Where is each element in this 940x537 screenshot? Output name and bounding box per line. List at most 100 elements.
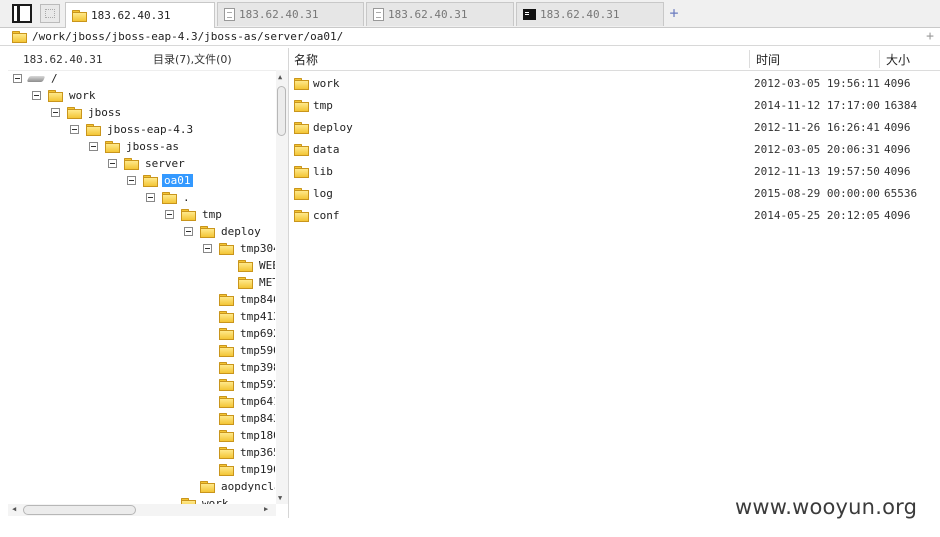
tree-node[interactable]: MET [238,274,275,291]
column-divider[interactable] [749,50,750,68]
scroll-thumb[interactable] [23,505,136,515]
tree-node[interactable]: aopdyncla [200,478,275,495]
tab-0[interactable]: 183.62.40.31 [65,2,215,28]
tree-node-label[interactable]: / [49,72,60,85]
column-time[interactable]: 时间 [756,51,780,68]
file-name[interactable]: tmp [313,99,333,112]
tree-node-label[interactable]: tmp365 [238,446,275,459]
path-bar[interactable]: /work/jboss/jboss-eap-4.3/jboss-as/serve… [0,28,940,46]
scroll-down-icon[interactable]: ▼ [278,494,282,502]
file-name[interactable]: log [313,187,333,200]
tree-node-label[interactable]: WEE [257,259,275,272]
panel-toggle-icon[interactable] [12,4,32,23]
tab-3[interactable]: 183.62.40.31 [516,2,664,26]
tree-node[interactable]: tmp590 [219,342,275,359]
collapse-toggle-icon[interactable] [13,74,22,83]
tree-node[interactable]: deploy [200,223,263,240]
tree-node-label[interactable]: server [143,157,187,170]
tree-node-label[interactable]: jboss [86,106,123,119]
file-row[interactable]: deploy 2012-11-26 16:26:41 4096 [290,117,940,139]
tab-1[interactable]: 183.62.40.31 [217,2,364,26]
tree-node-label[interactable]: tmp [200,208,224,221]
tree-node[interactable]: tmp180 [219,427,275,444]
tree-node-label[interactable]: jboss-as [124,140,181,153]
tree-node-label[interactable]: oa01 [162,174,193,187]
tree-horizontal-scrollbar[interactable]: ◀ ▶ [8,504,276,516]
tree-node-label[interactable]: work [67,89,98,102]
tree-node[interactable]: tmp692 [219,325,275,342]
collapse-toggle-icon[interactable] [203,244,212,253]
tree-node[interactable]: tmp398 [219,359,275,376]
path-text[interactable]: /work/jboss/jboss-eap-4.3/jboss-as/serve… [32,30,343,43]
tree-node-label[interactable]: jboss-eap-4.3 [105,123,195,136]
tree-node[interactable]: . [162,189,192,206]
tree-node[interactable]: tmp846 [219,291,275,308]
tree-node-label[interactable]: tmp592 [238,378,275,391]
tree-node-label[interactable]: tmp190 [238,463,275,476]
tree-node-label[interactable]: work [200,497,231,504]
file-row[interactable]: data 2012-03-05 20:06:31 4096 [290,139,940,161]
tree-node[interactable]: jboss [67,104,123,121]
column-size[interactable]: 大小 [886,51,910,68]
tree-node-label[interactable]: aopdyncla [219,480,275,493]
scroll-thumb[interactable] [277,86,286,136]
tree-node-label[interactable]: tmp846 [238,293,275,306]
scroll-up-icon[interactable]: ▲ [278,73,282,81]
tree-node[interactable]: / [28,70,60,87]
file-row[interactable]: tmp 2014-11-12 17:17:00 16384 [290,95,940,117]
collapse-toggle-icon[interactable] [146,193,155,202]
tree-node[interactable]: tmp304 [219,240,275,257]
column-name[interactable]: 名称 [294,51,318,68]
tree-node-label[interactable]: tmp590 [238,344,275,357]
collapse-toggle-icon[interactable] [165,210,174,219]
tab-2[interactable]: 183.62.40.31 [366,2,514,26]
tree-node-label[interactable]: tmp413 [238,310,275,323]
layout-grid-icon[interactable] [40,4,60,23]
tree-node[interactable]: WEE [238,257,275,274]
file-name[interactable]: data [313,143,340,156]
tree-node[interactable]: tmp [181,206,224,223]
tree-node[interactable]: tmp190 [219,461,275,478]
tree-node[interactable]: work [181,495,231,504]
tree-node[interactable]: tmp843 [219,410,275,427]
collapse-toggle-icon[interactable] [51,108,60,117]
collapse-toggle-icon[interactable] [127,176,136,185]
tree-node-label[interactable]: deploy [219,225,263,238]
file-name[interactable]: lib [313,165,333,178]
collapse-toggle-icon[interactable] [108,159,117,168]
tree-node-label[interactable]: MET [257,276,275,289]
column-divider[interactable] [879,50,880,68]
file-name[interactable]: work [313,77,340,90]
file-row[interactable]: conf 2014-05-25 20:12:05 4096 [290,205,940,227]
tree-node-label[interactable]: . [181,191,192,204]
tree-vertical-scrollbar[interactable]: ▲ ▼ [276,70,288,504]
collapse-toggle-icon[interactable] [32,91,41,100]
add-tab-button[interactable]: + [666,4,682,22]
scroll-left-icon[interactable]: ◀ [12,505,16,513]
tree-node[interactable]: tmp413 [219,308,275,325]
tree-node[interactable]: jboss-eap-4.3 [86,121,195,138]
tree-node-label[interactable]: tmp180 [238,429,275,442]
tree-node[interactable]: tmp592 [219,376,275,393]
tree-node[interactable]: oa01 [143,172,193,189]
add-path-button[interactable]: + [926,29,934,44]
file-row[interactable]: log 2015-08-29 00:00:00 65536 [290,183,940,205]
file-name[interactable]: deploy [313,121,353,134]
tree-node[interactable]: jboss-as [105,138,181,155]
collapse-toggle-icon[interactable] [70,125,79,134]
tree-node-label[interactable]: tmp304 [238,242,275,255]
tree-node[interactable]: tmp365 [219,444,275,461]
file-row[interactable]: lib 2012-11-13 19:57:50 4096 [290,161,940,183]
tree-node[interactable]: tmp641 [219,393,275,410]
tree-node-label[interactable]: tmp692 [238,327,275,340]
tree-node-label[interactable]: tmp398 [238,361,275,374]
tree-node-label[interactable]: tmp843 [238,412,275,425]
scroll-right-icon[interactable]: ▶ [264,505,268,513]
file-row[interactable]: work 2012-03-05 19:56:11 4096 [290,73,940,95]
file-name[interactable]: conf [313,209,340,222]
tree-node[interactable]: server [124,155,187,172]
tree-node-label[interactable]: tmp641 [238,395,275,408]
tree-node[interactable]: work [48,87,98,104]
collapse-toggle-icon[interactable] [184,227,193,236]
collapse-toggle-icon[interactable] [89,142,98,151]
